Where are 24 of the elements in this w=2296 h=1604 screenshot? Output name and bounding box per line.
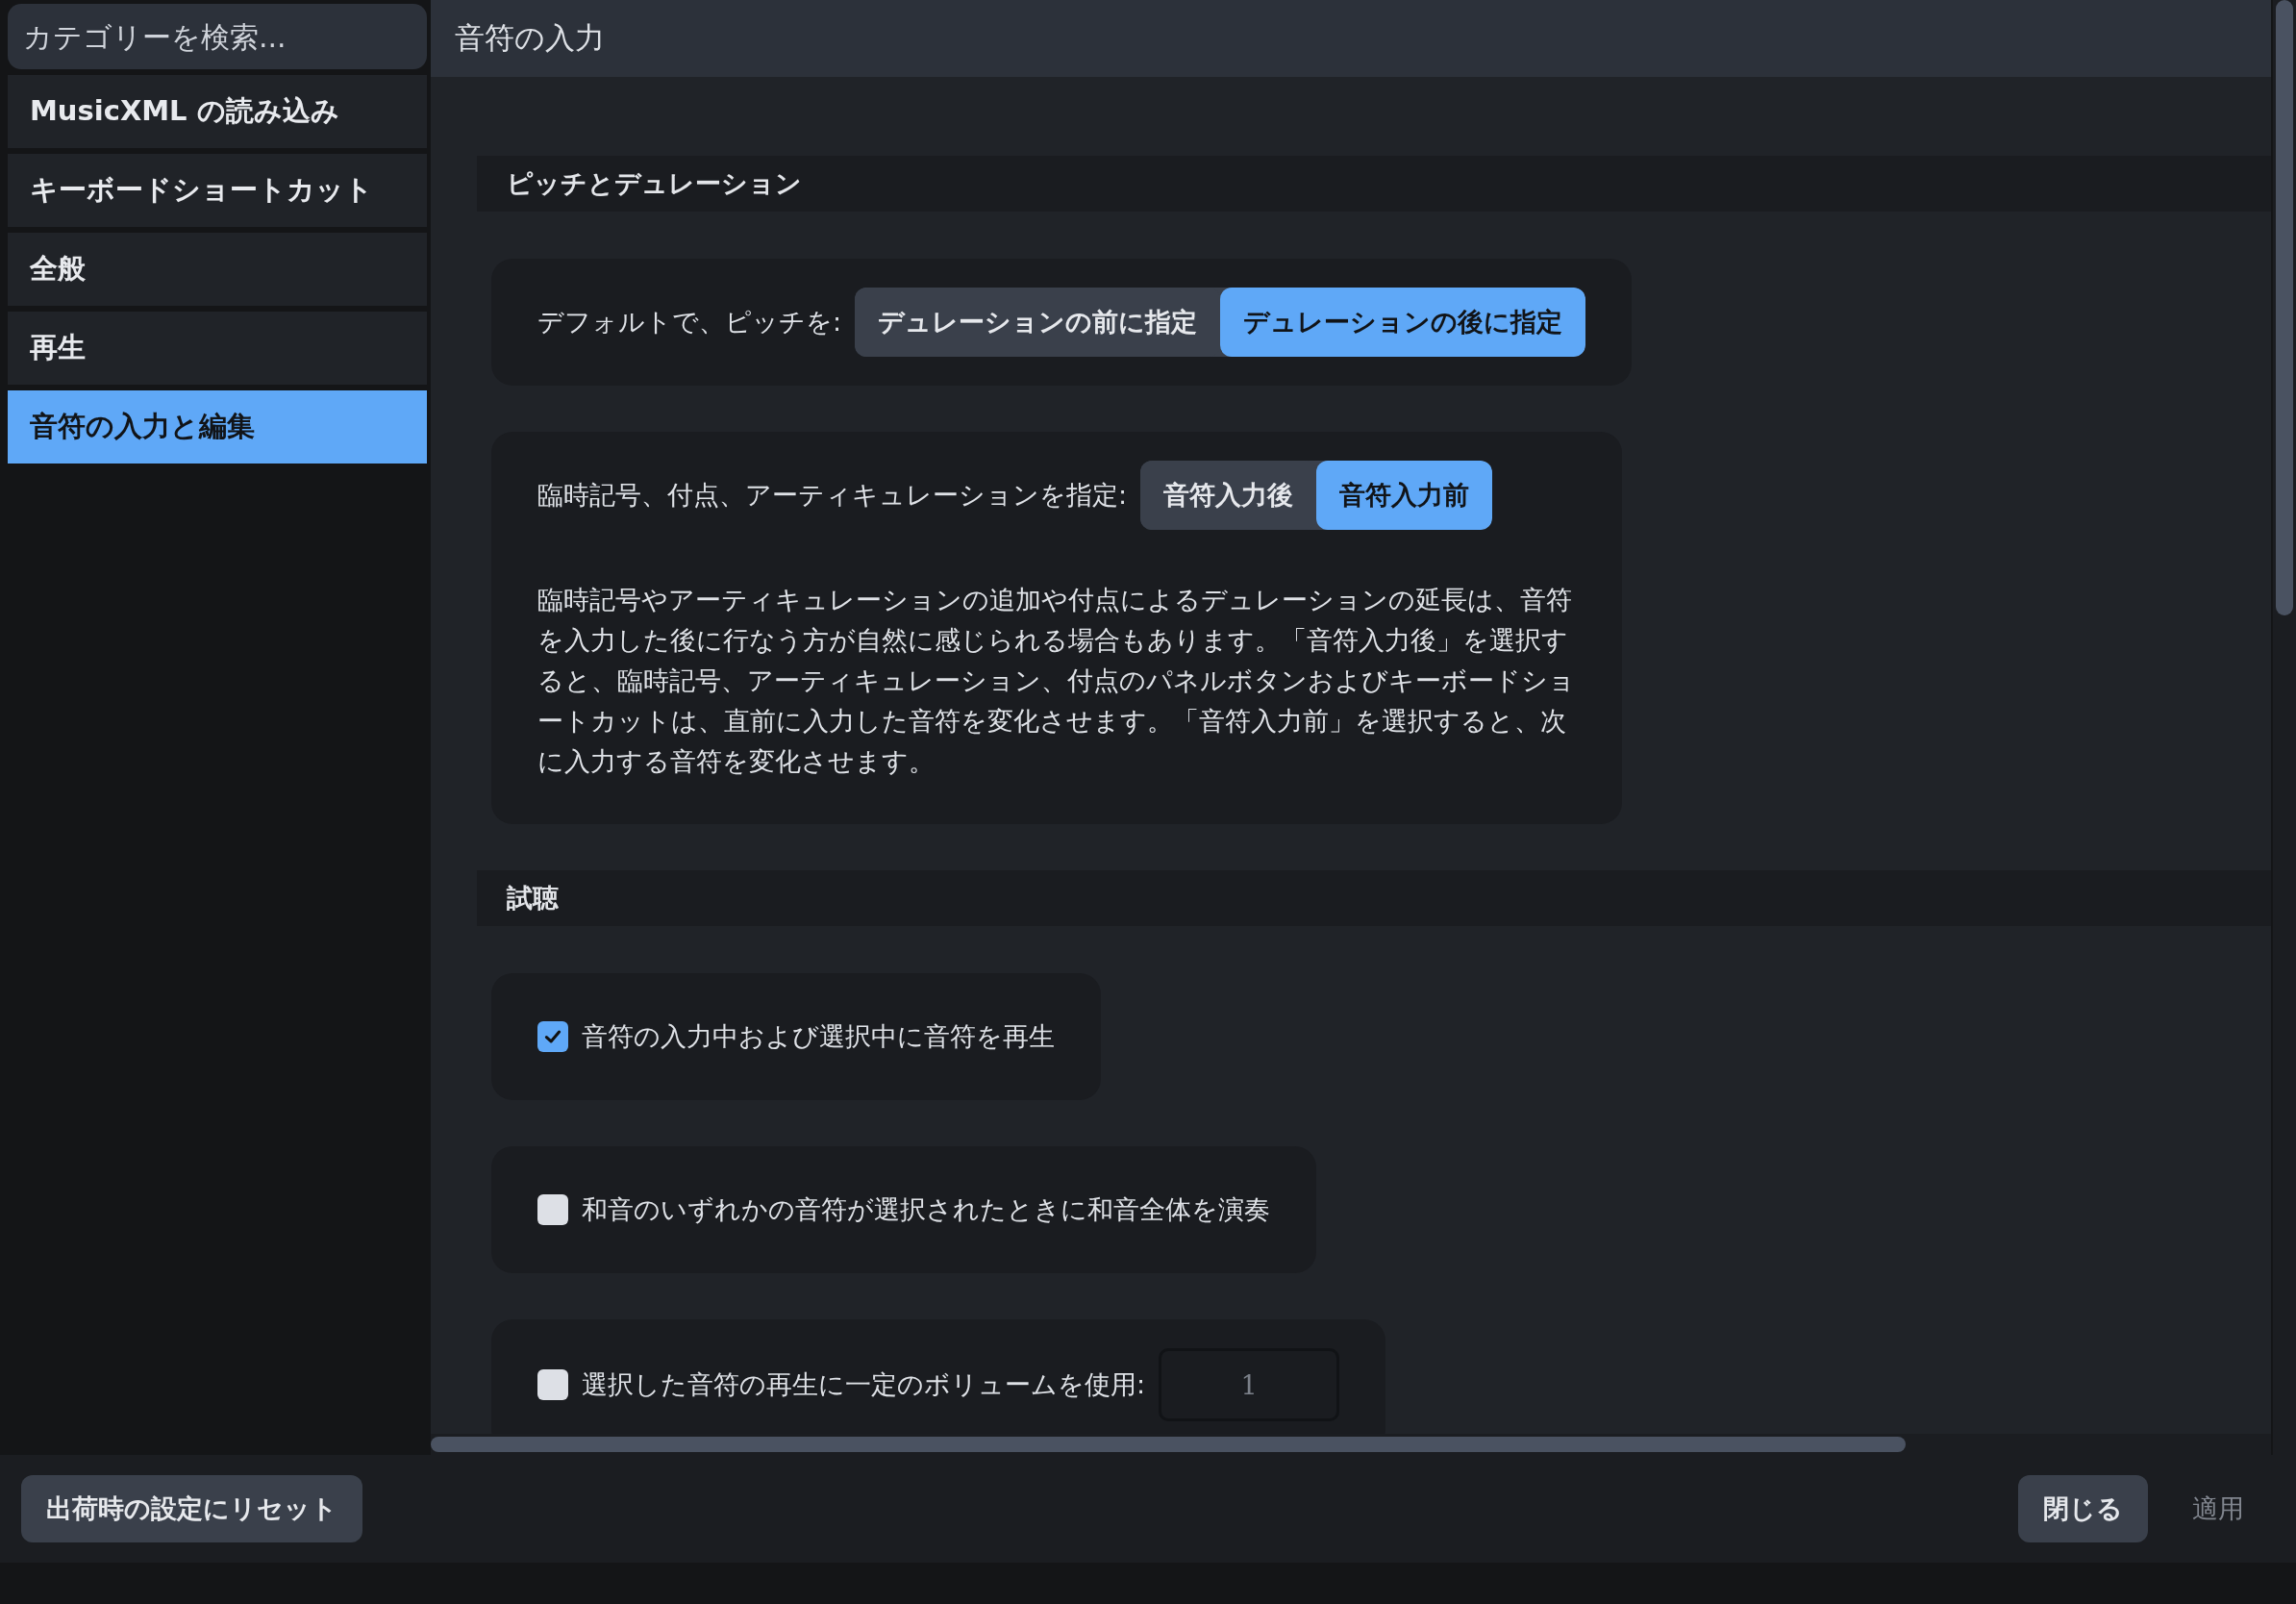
search-field[interactable]: カテゴリーを検索... — [8, 4, 427, 69]
option-button[interactable]: 音符入力前 — [1316, 461, 1493, 530]
sidebar-item[interactable]: MusicXML の読み込み — [8, 75, 427, 148]
sidebar-item[interactable]: 再生 — [8, 312, 427, 385]
sidebar-item[interactable]: 音符の入力と編集 — [8, 390, 427, 464]
checkbox[interactable] — [537, 1021, 568, 1052]
checkbox-label: 音符の入力中および選択中に音符を再生 — [582, 1020, 1055, 1053]
option-button[interactable]: デュレーションの後に指定 — [1220, 288, 1586, 357]
sidebar-item[interactable]: 全般 — [8, 233, 427, 306]
checkbox-label: 和音のいずれかの音符が選択されたときに和音全体を演奏 — [582, 1193, 1270, 1226]
checkbox[interactable] — [537, 1369, 568, 1400]
vertical-scrollbar[interactable] — [2276, 0, 2293, 615]
horizontal-scrollbar[interactable] — [431, 1437, 1906, 1452]
setting-label: デフォルトで、ピッチを: — [537, 306, 842, 338]
setting-label: 臨時記号、付点、アーティキュレーションを指定: — [537, 479, 1128, 512]
section-header: ピッチとデュレーション — [477, 156, 2271, 212]
reset-button[interactable]: 出荷時の設定にリセット — [21, 1475, 362, 1542]
close-button[interactable]: 閉じる — [2018, 1475, 2148, 1542]
checkbox[interactable] — [537, 1194, 568, 1225]
section-header: 試聴 — [477, 870, 2271, 926]
sidebar-item[interactable]: キーボードショートカット — [8, 154, 427, 227]
page-title: 音符の入力 — [431, 0, 2271, 77]
description-text: 臨時記号やアーティキュレーションの追加や付点によるデュレーションの延長は、音符を入力した後に行なう方が自然に感じられる場合もあります。「音符入力後」を選択すると、臨時記号、アーティキュレーション、付点のパネルボタンおよびキーボードショートカットは、直前に入力した音符を変化させます。「音符入力前」を選択すると、次に入力する音符を変化させます。 — [537, 584, 1576, 778]
checkbox-label: 選択した音符の再生に一定のボリュームを使用: — [582, 1368, 1146, 1401]
